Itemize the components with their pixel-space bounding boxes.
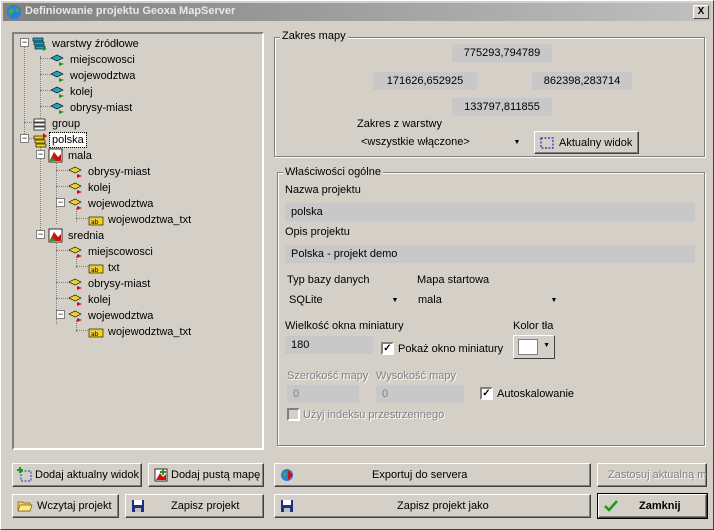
project-name-input[interactable]: polska [285,203,695,221]
extent-bottom-field[interactable]: 133797,811855 [452,98,552,116]
layer-red-icon [68,198,82,210]
apply-current-map-button[interactable]: Zastosuj aktualną mapę [597,463,707,487]
layer-red-icon [68,310,82,322]
layer-icon [50,70,64,82]
start-map-value: mala [418,294,442,306]
selection-frame-icon [540,137,554,149]
window-title: Definiowanie projektu Geoxa MapServer [25,5,236,17]
close-window-button[interactable]: X [693,5,709,19]
tree-expander[interactable]: − [20,134,29,143]
floppy-disk-icon [281,500,293,512]
autoscale-checkbox[interactable]: ✓ [480,387,493,400]
export-server-button[interactable]: Exportuj do servera [274,463,591,487]
layer-red-icon [68,294,82,306]
start-map-label: Mapa startowa [417,274,490,286]
start-map-select[interactable]: mala ▼ [414,291,562,310]
map-icon [48,228,63,243]
map-height-label: Wysokość mapy [376,370,456,382]
group-icon [33,118,46,131]
bg-color-swatch [518,339,538,355]
source-layers-icon [32,37,47,51]
layer-icon [50,86,64,98]
folder-open-icon [17,501,33,512]
layer-red-icon [68,166,82,178]
extent-left-field[interactable]: 171626,652925 [373,72,477,90]
floppy-disk-icon [132,500,144,512]
add-map-icon [154,468,168,482]
layer-red-icon [68,246,82,258]
export-globe-icon [281,469,293,481]
layer-red-icon [68,278,82,290]
tree-expander[interactable]: − [36,230,45,239]
chevron-down-icon[interactable]: ▼ [509,133,525,152]
project-desc-input[interactable]: Polska - projekt demo [285,245,695,263]
text-layer-icon: ab [88,264,104,274]
save-project-as-button[interactable]: Zapisz projekt jako [274,494,591,518]
dialog-window: Definiowanie projektu Geoxa MapServer X … [0,0,714,530]
chevron-down-icon: ▼ [543,342,550,349]
bg-color-picker[interactable]: ▼ [513,335,555,359]
layer-icon [50,54,64,66]
show-mini-label: Pokaż okno miniatury [398,343,504,355]
globe-icon [7,5,21,19]
load-project-button[interactable]: Wczytaj projekt [12,494,119,518]
tree-expander[interactable]: − [20,38,29,47]
add-empty-map-button[interactable]: Dodaj pustą mapę [148,463,264,487]
autoscale-label: Autoskalowanie [497,388,575,400]
db-type-value: SQLite [289,294,323,306]
text-layer-icon: ab [88,216,104,226]
layer-red-icon [68,182,82,194]
map-extent-title: Zakres mapy [280,30,348,42]
text-layer-icon: ab [88,328,104,338]
add-current-view-button[interactable]: Dodaj aktualny widok [12,463,142,487]
map-icon [48,148,63,163]
svg-text:ab: ab [91,267,99,274]
map-width-input[interactable]: 0 [287,385,359,403]
extent-from-layer-label: Zakres z warstwy [357,118,442,130]
svg-text:ab: ab [91,331,99,338]
save-project-button[interactable]: Zapisz projekt [125,494,264,518]
add-view-icon [17,467,32,482]
spatial-index-label: Użyj indeksu przestrzennego [303,409,445,421]
mini-size-input[interactable]: 180 [285,336,373,354]
current-view-button[interactable]: Aktualny widok [534,131,639,154]
extent-right-field[interactable]: 862398,283714 [532,72,632,90]
extent-layer-select[interactable]: <wszystkie włączone> ▼ [357,133,525,152]
project-name-label: Nazwa projektu [285,184,361,196]
close-button[interactable]: Zamknij [597,493,708,519]
chevron-down-icon[interactable]: ▼ [387,291,403,310]
title-bar[interactable]: Definiowanie projektu Geoxa MapServer X [3,3,711,21]
extent-layer-value: <wszystkie włączone> [361,136,470,148]
svg-text:ab: ab [91,219,99,226]
bg-color-label: Kolor tła [513,320,554,332]
show-mini-checkbox[interactable]: ✓ [381,342,394,355]
tree-expander[interactable]: − [36,150,45,159]
layer-icon [50,102,64,114]
map-width-label: Szerokość mapy [287,370,369,382]
tree-expander[interactable]: − [56,310,65,319]
tree-expander[interactable]: − [56,198,65,207]
project-icon [33,133,47,148]
db-type-label: Typ bazy danych [287,274,370,286]
spatial-index-checkbox[interactable] [287,408,300,421]
chevron-down-icon[interactable]: ▼ [546,291,562,310]
map-height-input[interactable]: 0 [376,385,464,403]
db-type-select[interactable]: SQLite ▼ [285,291,403,310]
general-properties-title: Właściwości ogólne [283,166,383,178]
checkmark-icon [604,500,618,512]
layer-tree[interactable]: − − − − − − warstwy źródłowe miejscowosc… [12,32,264,450]
extent-top-field[interactable]: 775293,794789 [452,44,552,62]
project-desc-label: Opis projektu [285,226,350,238]
mini-size-label: Wielkość okna miniatury [285,320,404,332]
